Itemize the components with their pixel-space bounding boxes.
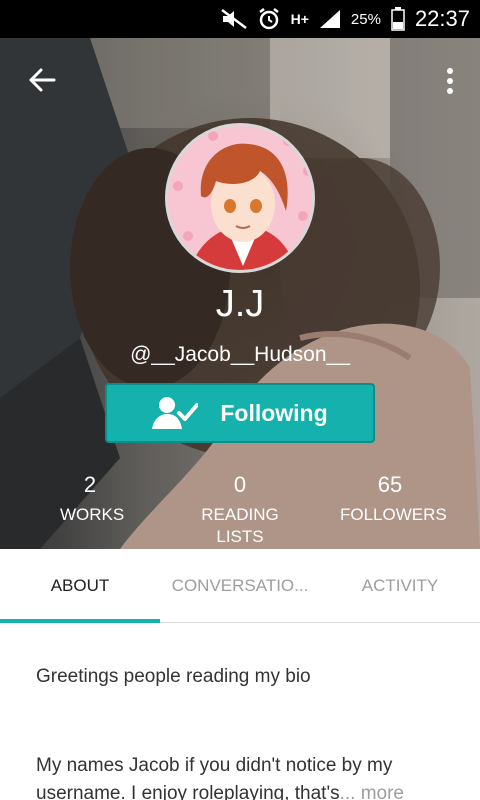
following-button[interactable]: Following xyxy=(105,383,375,443)
display-name: J.J xyxy=(215,283,265,325)
signal-icon xyxy=(319,9,341,29)
bio-greeting: Greetings people reading my bio xyxy=(36,666,311,687)
active-tab-indicator xyxy=(0,619,160,623)
works-label: WORKS xyxy=(60,505,125,524)
following-label: Following xyxy=(220,399,328,426)
battery-icon xyxy=(391,7,405,31)
status-bar: H+ 25% 22:37 xyxy=(0,0,480,38)
battery-percent: 25% xyxy=(350,10,381,28)
reading-lists-count: 0 xyxy=(233,472,247,497)
bio-text: My names Jacob if you didn't notice by m… xyxy=(36,752,456,800)
more-options-button[interactable] xyxy=(442,64,458,98)
followers-label: FOLLOWERS xyxy=(340,505,447,524)
tab-about[interactable]: ABOUT xyxy=(0,549,160,623)
vertical-dots-icon xyxy=(447,68,453,74)
about-section: Greetings people reading my bio My names… xyxy=(0,624,480,800)
avatar-image xyxy=(168,126,312,270)
followers-count: 65 xyxy=(377,472,403,497)
tab-conversations[interactable]: CONVERSATIO... xyxy=(160,549,320,623)
mute-icon xyxy=(220,9,247,29)
network-type-icon: H+ xyxy=(290,11,309,27)
stat-reading-lists[interactable]: 0 READING LISTS xyxy=(178,472,302,548)
works-count: 2 xyxy=(83,472,97,497)
alarm-icon xyxy=(257,7,281,31)
profile-tabs: ABOUT CONVERSATIO... ACTIVITY xyxy=(0,549,480,623)
read-more-link[interactable]: ... more xyxy=(340,783,404,800)
reading-lists-label: READING LISTS xyxy=(201,505,279,546)
avatar[interactable] xyxy=(165,123,315,273)
stat-followers[interactable]: 65 FOLLOWERS xyxy=(340,472,447,526)
tab-activity[interactable]: ACTIVITY xyxy=(320,549,480,623)
person-check-icon xyxy=(152,396,199,430)
back-button[interactable] xyxy=(24,62,60,98)
stat-works[interactable]: 2 WORKS xyxy=(0,472,180,526)
clock: 22:37 xyxy=(414,6,470,31)
profile-header: J.J @__Jacob__Hudson__ Following 2 WORKS… xyxy=(0,38,480,549)
arrow-left-icon xyxy=(29,68,56,92)
username: @__Jacob__Hudson__ xyxy=(130,343,350,366)
